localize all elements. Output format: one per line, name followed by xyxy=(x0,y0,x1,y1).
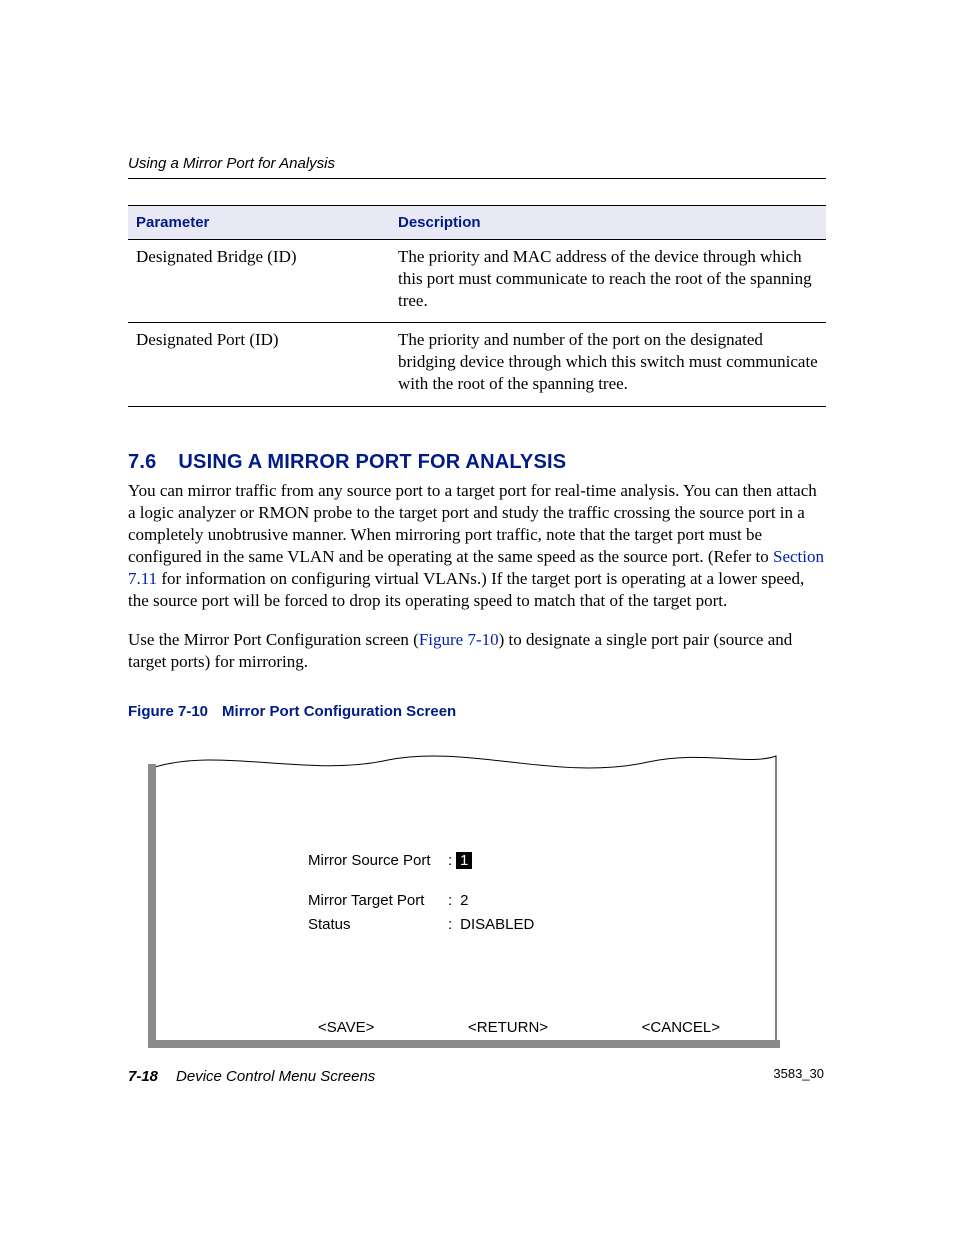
section-heading: 7.6 USING A MIRROR PORT FOR ANALYSIS xyxy=(128,451,826,474)
field-label: Status xyxy=(308,916,448,934)
page-number: 7-18 xyxy=(128,1068,158,1085)
page: Using a Mirror Port for Analysis Paramet… xyxy=(0,0,954,1235)
field-row-source: Mirror Source Port:1 xyxy=(308,852,534,876)
return-button[interactable]: <RETURN> xyxy=(468,1019,548,1036)
figure-title: Mirror Port Configuration Screen xyxy=(222,703,456,720)
status-value[interactable]: DISABLED xyxy=(460,916,534,933)
body-text: for information on configuring virtual V… xyxy=(128,569,804,610)
figure-reference-link[interactable]: Figure 7-10 xyxy=(419,630,499,649)
table-row: Designated Bridge (ID) The priority and … xyxy=(128,240,826,323)
section-title: USING A MIRROR PORT FOR ANALYSIS xyxy=(178,451,566,473)
figure-screen: Mirror Source Port:1 Mirror Target Port:… xyxy=(128,738,826,1058)
field-label: Mirror Target Port xyxy=(308,892,448,910)
running-header: Using a Mirror Port for Analysis xyxy=(128,155,826,179)
body-text: Use the Mirror Port Configuration screen… xyxy=(128,630,419,649)
parameter-table: Parameter Description Designated Bridge … xyxy=(128,205,826,407)
table-header-parameter: Parameter xyxy=(128,206,390,240)
save-button[interactable]: <SAVE> xyxy=(318,1019,374,1036)
body-text: You can mirror traffic from any source p… xyxy=(128,481,817,566)
cell-description: The priority and number of the port on t… xyxy=(390,323,826,406)
figure-caption: Figure 7-10 Mirror Port Configuration Scr… xyxy=(128,703,826,720)
cell-description: The priority and MAC address of the devi… xyxy=(390,240,826,323)
table-row: Designated Port (ID) The priority and nu… xyxy=(128,323,826,406)
table-header-description: Description xyxy=(390,206,826,240)
page-footer: 7-18 Device Control Menu Screens xyxy=(128,1068,375,1085)
cell-parameter: Designated Port (ID) xyxy=(128,323,390,406)
body-paragraph: You can mirror traffic from any source p… xyxy=(128,480,826,613)
mirror-source-port-input[interactable]: 1 xyxy=(456,852,472,869)
section-number: 7.6 xyxy=(128,451,156,473)
footer-title: Device Control Menu Screens xyxy=(176,1068,375,1085)
field-label: Mirror Source Port xyxy=(308,852,448,870)
mirror-target-port-input[interactable]: 2 xyxy=(460,892,468,909)
screen-content: Mirror Source Port:1 Mirror Target Port:… xyxy=(168,762,800,1048)
field-row-target: Mirror Target Port: 2 xyxy=(308,892,534,916)
field-row-status: Status: DISABLED xyxy=(308,916,534,940)
cancel-button[interactable]: <CANCEL> xyxy=(642,1019,720,1036)
figure-label: Figure 7-10 xyxy=(128,703,208,720)
body-paragraph: Use the Mirror Port Configuration screen… xyxy=(128,629,826,673)
cell-parameter: Designated Bridge (ID) xyxy=(128,240,390,323)
